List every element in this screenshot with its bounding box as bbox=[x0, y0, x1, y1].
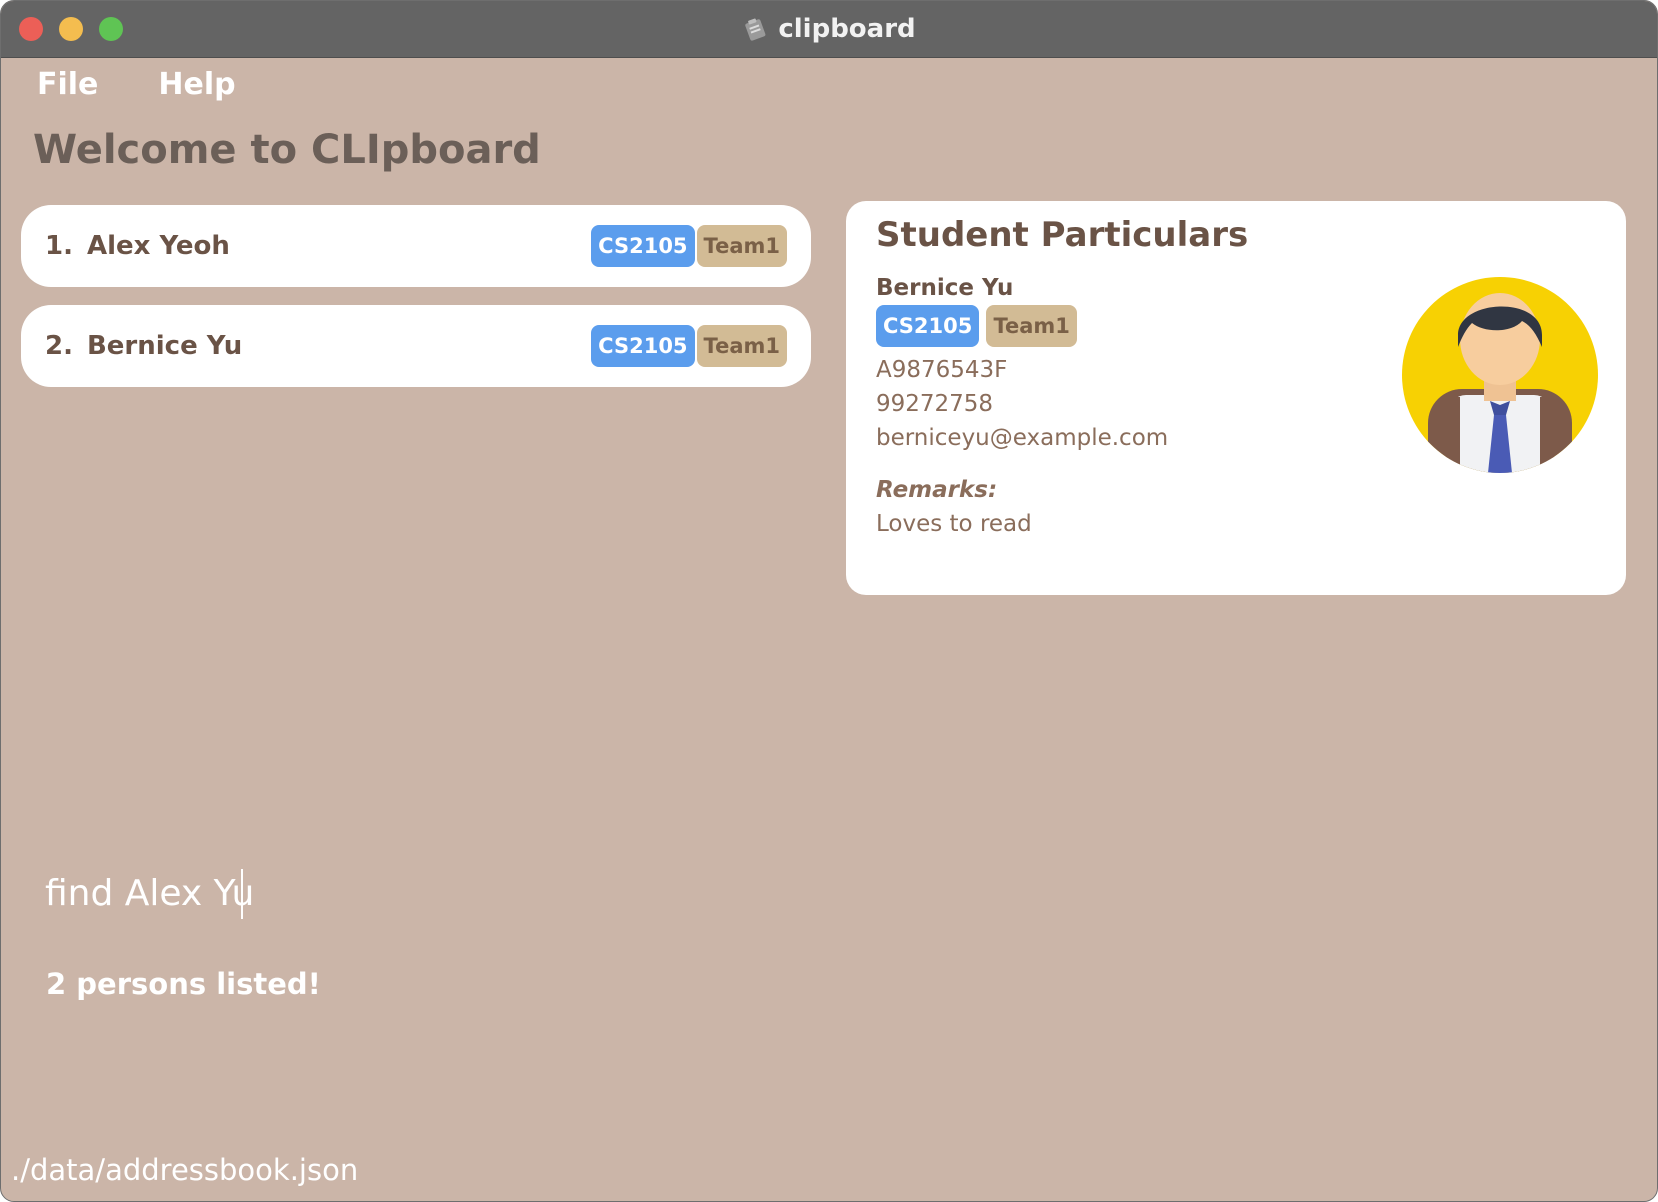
team-tag: Team1 bbox=[986, 305, 1077, 347]
window-title-group: clipboard bbox=[1, 1, 1657, 57]
person-index: 2. bbox=[45, 331, 73, 361]
command-input[interactable] bbox=[45, 863, 945, 923]
person-name: Bernice Yu bbox=[86, 331, 243, 361]
clipboard-app-icon bbox=[742, 16, 768, 42]
status-file-path: ./data/addressbook.json bbox=[11, 1153, 359, 1187]
text-caret bbox=[241, 869, 243, 919]
student-avatar-icon bbox=[1402, 277, 1598, 473]
module-tag: CS2105 bbox=[876, 305, 980, 347]
module-tag: CS2105 bbox=[591, 225, 695, 267]
person-name: Alex Yeoh bbox=[86, 231, 230, 261]
module-tag: CS2105 bbox=[591, 325, 695, 367]
page-title: Welcome to CLIpboard bbox=[33, 127, 541, 173]
person-card[interactable]: 2. Bernice Yu CS2105 Team1 bbox=[21, 305, 811, 387]
remarks-label: Remarks: bbox=[876, 477, 998, 503]
student-details-panel: Student Particulars Bernice Yu CS2105 Te… bbox=[846, 201, 1626, 595]
person-index: 1. bbox=[45, 231, 73, 261]
person-card[interactable]: 1. Alex Yeoh CS2105 Team1 bbox=[21, 205, 811, 287]
detail-remarks: Loves to read bbox=[876, 511, 1032, 537]
person-list: 1. Alex Yeoh CS2105 Team1 2. Bernice Yu … bbox=[21, 205, 811, 405]
menu-help[interactable]: Help bbox=[146, 65, 247, 104]
result-message: 2 persons listed! bbox=[46, 967, 321, 1001]
menu-bar: File Help bbox=[25, 65, 248, 104]
app-window: clipboard File Help Welcome to CLIpboard… bbox=[0, 0, 1658, 1202]
team-tag: Team1 bbox=[696, 325, 787, 367]
team-tag: Team1 bbox=[696, 225, 787, 267]
menu-file[interactable]: File bbox=[25, 65, 110, 104]
details-heading: Student Particulars bbox=[876, 215, 1249, 255]
window-title: clipboard bbox=[778, 14, 916, 44]
title-bar[interactable]: clipboard bbox=[1, 1, 1657, 58]
